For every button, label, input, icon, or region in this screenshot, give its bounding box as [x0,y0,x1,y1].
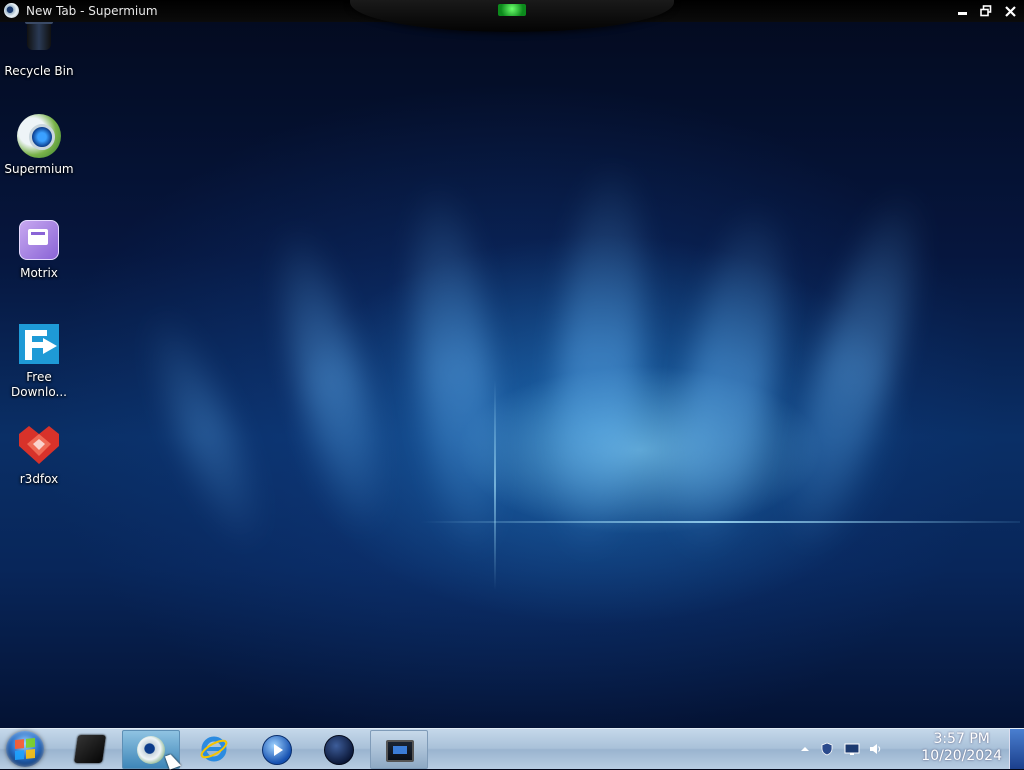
desktop-icon-recycle-bin[interactable]: Recycle Bin [4,16,74,79]
window-title: New Tab - Supermium [26,4,158,18]
r3dfox-icon [17,424,61,468]
taskbar-button-globe-browser[interactable] [310,730,366,767]
taskbar-button-internet-explorer[interactable] [186,730,242,767]
desktop-icon-motrix[interactable]: Motrix [4,218,74,281]
clock-date: 10/20/2024 [921,748,1002,764]
supermium-browser-icon [137,736,165,764]
show-desktop-button[interactable] [1009,729,1024,769]
remote-desktop-icon [386,740,414,762]
desktop-icon-label: Motrix [20,266,58,280]
taskbar-button-media-player[interactable] [248,730,304,767]
media-player-icon [262,735,292,765]
system-clock[interactable]: 3:57 PM 10/20/2024 [921,731,1002,765]
desktop-icon-label: r3dfox [19,472,59,486]
free-download-manager-icon [17,322,61,366]
supermium-browser-icon [17,114,61,158]
taskbar-button-terminal[interactable] [62,730,118,767]
minimize-button[interactable] [954,3,970,19]
show-hidden-icons-icon[interactable] [798,742,812,756]
volume-icon[interactable] [868,742,882,756]
security-shield-icon[interactable] [820,742,834,756]
motrix-icon [17,218,61,262]
clock-time: 3:57 PM [933,731,990,747]
desktop-icon-r3dfox[interactable]: r3dfox [4,424,74,487]
internet-explorer-icon [200,735,228,763]
taskbar-button-remote-desktop[interactable] [370,730,428,769]
window-title-bar[interactable]: New Tab - Supermium [0,0,1024,32]
desktop-wallpaper [0,0,1024,728]
network-icon[interactable] [844,742,860,756]
desktop-icon-supermium[interactable]: Supermium [4,114,74,177]
desktop-icon-label: Free Downlo... [11,370,67,399]
restore-button[interactable] [978,3,994,19]
supermium-app-icon [4,3,19,18]
close-button[interactable] [1002,3,1018,19]
taskbar: 3:57 PM 10/20/2024 [0,728,1024,769]
recycle-bin-icon [17,16,61,60]
terminal-app-icon [74,735,106,763]
desktop-icon-label: Recycle Bin [4,64,74,78]
desktop-icon-free-download-manager[interactable]: Free Downlo... [4,322,74,400]
globe-browser-icon [324,735,354,765]
windows-logo-icon [15,737,35,761]
desktop-icon-label: Supermium [4,162,74,176]
start-button[interactable] [6,731,44,767]
status-light-icon [498,4,526,16]
